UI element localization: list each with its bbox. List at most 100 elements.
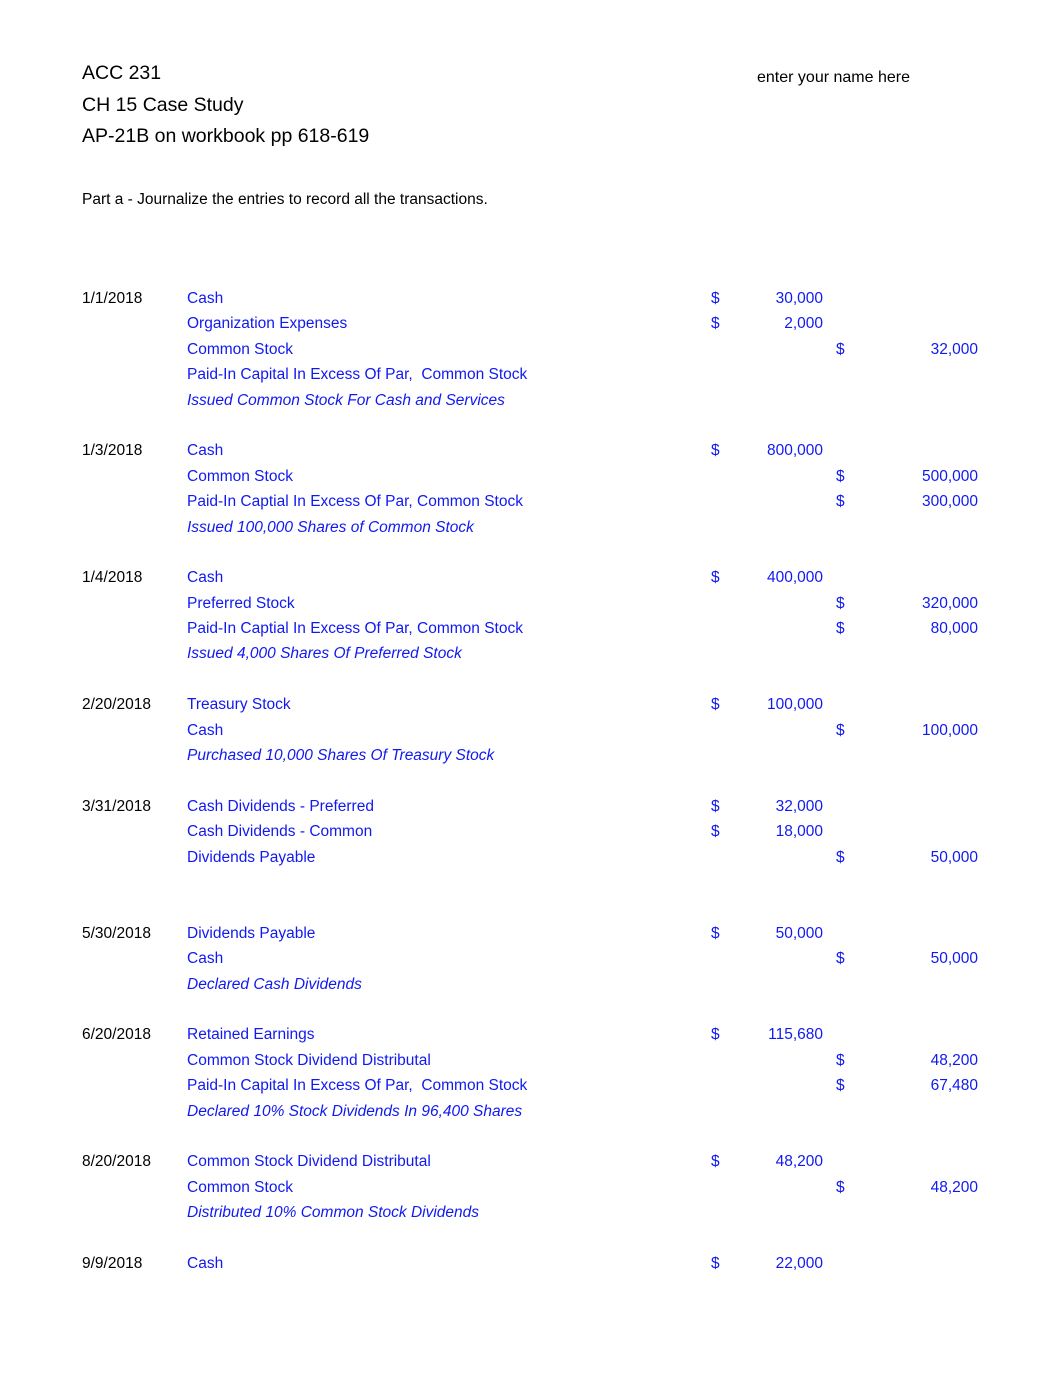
cell-account[interactable]: Common Stock xyxy=(187,464,293,489)
cell-credit-val[interactable]: 48,200 xyxy=(848,1175,978,1200)
cell-debit-val[interactable]: 48,200 xyxy=(723,1149,823,1174)
cell-date[interactable]: 9/9/2018 xyxy=(82,1251,182,1276)
cell-credit-sym[interactable]: $ xyxy=(836,946,845,971)
cell-debit-val[interactable]: 800,000 xyxy=(723,438,823,463)
cell-debit-val[interactable]: 100,000 xyxy=(723,692,823,717)
cell-account[interactable]: Organization Expenses xyxy=(187,311,347,336)
cell-account[interactable]: Cash xyxy=(187,438,223,463)
cell-account[interactable]: Cash xyxy=(187,718,223,743)
cell-account[interactable]: Declared 10% Stock Dividends In 96,400 S… xyxy=(187,1099,522,1124)
cell-debit-sym[interactable]: $ xyxy=(711,819,720,844)
cell-account[interactable]: Cash Dividends - Common xyxy=(187,819,372,844)
cell-account[interactable]: Common Stock xyxy=(187,1175,293,1200)
journal-row: 2/20/2018 Treasury Stock $100,000 xyxy=(0,692,1062,717)
cell-credit-sym[interactable]: $ xyxy=(836,464,845,489)
cell-debit-sym[interactable]: $ xyxy=(711,1251,720,1276)
cell-credit-sym[interactable]: $ xyxy=(836,489,845,514)
cell-account[interactable]: Issued 100,000 Shares of Common Stock xyxy=(187,515,474,540)
journal-row xyxy=(0,1124,1062,1149)
cell-debit-sym[interactable]: $ xyxy=(711,692,720,717)
cell-debit-val[interactable]: 400,000 xyxy=(723,565,823,590)
student-name-field[interactable]: enter your name here xyxy=(757,67,910,89)
cell-credit-val[interactable]: 320,000 xyxy=(848,591,978,616)
cell-account[interactable]: Common Stock xyxy=(187,337,293,362)
cell-credit-sym[interactable]: $ xyxy=(836,718,845,743)
cell-account[interactable]: Cash xyxy=(187,286,223,311)
cell-debit-sym[interactable]: $ xyxy=(711,311,720,336)
cell-account[interactable]: Paid-In Captial In Excess Of Par, Common… xyxy=(187,489,523,514)
cell-debit-sym[interactable]: $ xyxy=(711,438,720,463)
cell-account[interactable]: Issued Common Stock For Cash and Service… xyxy=(187,388,505,413)
cell-account[interactable]: Cash Dividends - Preferred xyxy=(187,794,374,819)
journal-row: Issued 100,000 Shares of Common Stock xyxy=(0,515,1062,540)
cell-debit-val[interactable]: 50,000 xyxy=(723,921,823,946)
cell-account[interactable]: Purchased 10,000 Shares Of Treasury Stoc… xyxy=(187,743,494,768)
cell-debit-sym[interactable]: $ xyxy=(711,286,720,311)
cell-credit-val[interactable]: 50,000 xyxy=(848,845,978,870)
cell-account[interactable]: Common Stock Dividend Distributal xyxy=(187,1149,431,1174)
cell-debit-val[interactable]: 30,000 xyxy=(723,286,823,311)
cell-debit-val[interactable]: 115,680 xyxy=(723,1022,823,1047)
cell-credit-val[interactable]: 67,480 xyxy=(848,1073,978,1098)
cell-credit-val[interactable]: 300,000 xyxy=(848,489,978,514)
cell-debit-sym[interactable]: $ xyxy=(711,921,720,946)
cell-account[interactable]: Common Stock Dividend Distributal xyxy=(187,1048,431,1073)
cell-date[interactable]: 6/20/2018 xyxy=(82,1022,182,1047)
cell-date[interactable]: 2/20/2018 xyxy=(82,692,182,717)
cell-credit-val[interactable]: 32,000 xyxy=(848,337,978,362)
cell-credit-sym[interactable]: $ xyxy=(836,1048,845,1073)
cell-account[interactable]: Cash xyxy=(187,946,223,971)
cell-account[interactable]: Dividends Payable xyxy=(187,845,315,870)
cell-debit-sym[interactable]: $ xyxy=(711,565,720,590)
cell-debit-val[interactable]: 2,000 xyxy=(723,311,823,336)
journal-row xyxy=(0,1225,1062,1250)
cell-credit-val[interactable]: 100,000 xyxy=(848,718,978,743)
cell-account[interactable]: Distributed 10% Common Stock Dividends xyxy=(187,1200,479,1225)
cell-account[interactable]: Paid-In Captial In Excess Of Par, Common… xyxy=(187,616,523,641)
cell-account[interactable]: Issued 4,000 Shares Of Preferred Stock xyxy=(187,641,462,666)
cell-credit-sym[interactable]: $ xyxy=(836,591,845,616)
cell-account[interactable]: Retained Earnings xyxy=(187,1022,315,1047)
cell-account[interactable]: Cash xyxy=(187,1251,223,1276)
cell-debit-val[interactable]: 32,000 xyxy=(723,794,823,819)
cell-credit-val[interactable]: 50,000 xyxy=(848,946,978,971)
cell-debit-sym[interactable]: $ xyxy=(711,1149,720,1174)
journal-row: 8/20/2018 Common Stock Dividend Distribut… xyxy=(0,1149,1062,1174)
journal-row: 1/1/2018 Cash $30,000 xyxy=(0,286,1062,311)
cell-account[interactable]: Paid-In Capital In Excess Of Par, Common… xyxy=(187,362,527,387)
cell-debit-sym[interactable]: $ xyxy=(711,794,720,819)
cell-credit-sym[interactable]: $ xyxy=(836,337,845,362)
journal-row xyxy=(0,768,1062,793)
journal-row xyxy=(0,667,1062,692)
cell-account[interactable]: Dividends Payable xyxy=(187,921,315,946)
journal-row: Cash $100,000 xyxy=(0,718,1062,743)
cell-credit-sym[interactable]: $ xyxy=(836,1175,845,1200)
cell-account[interactable]: Treasury Stock xyxy=(187,692,291,717)
cell-debit-sym[interactable]: $ xyxy=(711,1022,720,1047)
cell-credit-sym[interactable]: $ xyxy=(836,845,845,870)
cell-account[interactable]: Preferred Stock xyxy=(187,591,295,616)
cell-date[interactable]: 1/4/2018 xyxy=(82,565,182,590)
journal-entry-table: 1/1/2018 Cash $30,000 Organization Expenses… xyxy=(0,286,1062,1276)
cell-date[interactable]: 1/3/2018 xyxy=(82,438,182,463)
cell-debit-val[interactable]: 18,000 xyxy=(723,819,823,844)
cell-date[interactable]: 5/30/2018 xyxy=(82,921,182,946)
journal-row: 1/4/2018 Cash $400,000 xyxy=(0,565,1062,590)
cell-date[interactable]: 3/31/2018 xyxy=(82,794,182,819)
cell-account[interactable]: Paid-In Capital In Excess Of Par, Common… xyxy=(187,1073,527,1098)
journal-row: Paid-In Capital In Excess Of Par, Common… xyxy=(0,362,1062,387)
journal-row: Common Stock $48,200 xyxy=(0,1175,1062,1200)
journal-row xyxy=(0,870,1062,895)
cell-credit-val[interactable]: 80,000 xyxy=(848,616,978,641)
cell-credit-sym[interactable]: $ xyxy=(836,1073,845,1098)
cell-credit-val[interactable]: 500,000 xyxy=(848,464,978,489)
journal-row: Issued 4,000 Shares Of Preferred Stock xyxy=(0,641,1062,666)
cell-date[interactable]: 1/1/2018 xyxy=(82,286,182,311)
cell-credit-val[interactable]: 48,200 xyxy=(848,1048,978,1073)
cell-date[interactable]: 8/20/2018 xyxy=(82,1149,182,1174)
cell-debit-val[interactable]: 22,000 xyxy=(723,1251,823,1276)
document-header: ACC 231 CH 15 Case Study AP-21B on workb… xyxy=(82,58,369,153)
cell-account[interactable]: Declared Cash Dividends xyxy=(187,972,362,997)
cell-credit-sym[interactable]: $ xyxy=(836,616,845,641)
cell-account[interactable]: Cash xyxy=(187,565,223,590)
